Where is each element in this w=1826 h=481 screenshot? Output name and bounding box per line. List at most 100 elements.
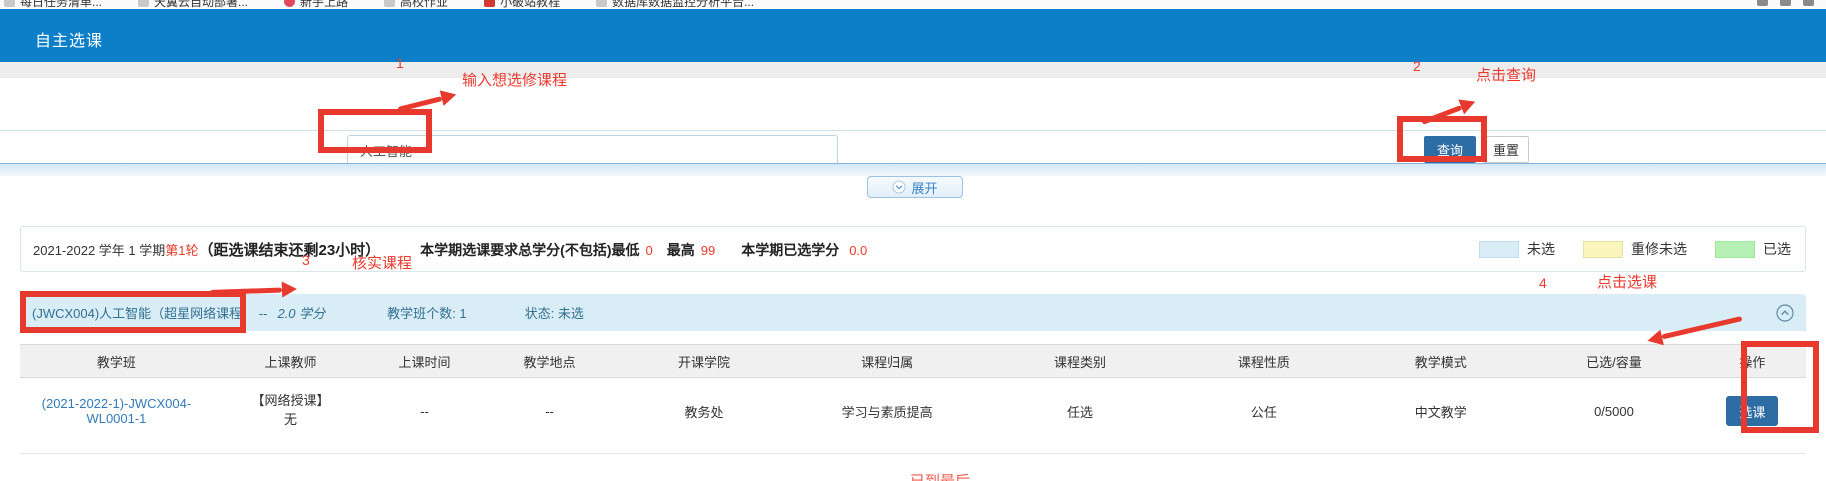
class-code-link[interactable]: (2021-2022-1)-JWCX004-WL0001-1	[42, 396, 192, 426]
bookmark-item[interactable]: 数据库数据监控分析平台...	[596, 0, 754, 9]
cell-teacher: 【网络授课】 无	[213, 378, 368, 445]
bookmark-icon	[284, 0, 295, 7]
bookmark-item[interactable]: 天翼云自动部署...	[138, 0, 248, 9]
column-header: 已选/容量	[1529, 345, 1699, 378]
selected-credits-value: 0.0	[849, 243, 867, 258]
annotation-step4-number: 4	[1539, 275, 1547, 291]
column-header: 课程性质	[1176, 345, 1353, 378]
column-header: 开课学院	[618, 345, 789, 378]
legend-label: 未选	[1527, 239, 1555, 259]
bookmark-label: 小破站教程	[500, 0, 560, 9]
annotation-arrow-1	[396, 87, 458, 117]
extension-icon[interactable]	[1780, 0, 1791, 6]
chevron-down-circle-icon	[892, 180, 906, 194]
select-course-button[interactable]: 选课	[1726, 396, 1778, 426]
app-header: 自主选课	[0, 9, 1826, 62]
legend-swatch-selected	[1715, 241, 1755, 258]
class-count-label: 教学班个数:	[387, 306, 459, 321]
search-panel: 查询 重置	[0, 130, 1826, 164]
expand-label: 展开	[911, 178, 937, 197]
legend-item-retake: 重修未选	[1583, 239, 1687, 259]
max-credits-label: 最高	[667, 240, 695, 260]
folder-icon	[596, 0, 607, 7]
status-legend: 未选 重修未选 已选	[1479, 239, 1791, 259]
round-text: 第1轮	[165, 240, 198, 259]
column-header: 上课时间	[368, 345, 481, 378]
cell-category: 任选	[984, 378, 1175, 445]
column-header: 课程归属	[790, 345, 985, 378]
cell-class-code: (2021-2022-1)-JWCX004-WL0001-1	[20, 378, 213, 445]
cell-nature: 公任	[1176, 378, 1353, 445]
column-header: 教学班	[20, 345, 213, 378]
cell-location: --	[481, 378, 619, 445]
folder-icon	[384, 0, 395, 7]
course-credits: 2.0 学分	[277, 303, 325, 322]
credit-requirement-text: 本学期选课要求总学分(不包括)最低	[420, 240, 639, 260]
legend-label: 已选	[1763, 239, 1791, 259]
annotation-arrow-2	[1419, 94, 1478, 129]
browser-bookmarks-bar: 每日任务清单... 天翼云自动部署... 新手上路 高校作业 小破站教程 数据库…	[0, 0, 1826, 9]
bookmark-label: 每日任务清单...	[20, 0, 102, 9]
column-header: 上课教师	[213, 345, 368, 378]
bookmark-item[interactable]: 新手上路	[284, 0, 348, 9]
bookmark-item[interactable]: 小破站教程	[484, 0, 560, 9]
collapse-toggle[interactable]	[1776, 304, 1794, 322]
term-info-panel: 2021-2022 学年 1 学期 第1轮 （距选课结束还剩23小时） 本学期选…	[20, 226, 1806, 272]
bookmark-icon	[484, 0, 495, 7]
course-selection-page: 每日任务清单... 天翼云自动部署... 新手上路 高校作业 小破站教程 数据库…	[0, 0, 1826, 481]
cell-belong: 学习与素质提高	[790, 378, 985, 445]
annotation-step4-label: 点击选课	[1597, 271, 1657, 292]
semester-text: 2021-2022 学年 1 学期	[33, 240, 165, 259]
column-header: 教学模式	[1352, 345, 1529, 378]
cell-college: 教务处	[618, 378, 789, 445]
course-search-input[interactable]	[347, 135, 838, 165]
bookmark-label: 新手上路	[300, 0, 348, 9]
cell-action: 选课	[1699, 378, 1806, 445]
expand-toggle[interactable]: 展开	[867, 176, 963, 198]
query-button[interactable]: 查询	[1424, 136, 1476, 163]
course-status-value: 未选	[558, 306, 584, 321]
page-title: 自主选课	[35, 27, 103, 51]
legend-item-selected: 已选	[1715, 239, 1791, 259]
bookmark-label: 数据库数据监控分析平台...	[612, 0, 754, 9]
table-row: (2021-2022-1)-JWCX004-WL0001-1 【网络授课】 无 …	[20, 378, 1806, 445]
min-credits-value: 0	[646, 243, 653, 258]
column-header: 操作	[1699, 345, 1806, 378]
legend-label: 重修未选	[1631, 239, 1687, 259]
printer-icon[interactable]	[1757, 0, 1768, 6]
table-bottom-divider	[20, 453, 1806, 454]
class-count: 教学班个数: 1	[387, 303, 466, 322]
course-header-band[interactable]: (JWCX004)人工智能（超星网络课程） -- 2.0 学分 教学班个数: 1…	[20, 294, 1806, 331]
folder-icon	[138, 0, 149, 7]
header-sub-strip	[0, 62, 1826, 78]
course-status-label: 状态:	[525, 306, 558, 321]
bookmark-label: 高校作业	[400, 0, 448, 9]
max-credits-value: 99	[701, 243, 715, 258]
bookmark-item[interactable]: 每日任务清单...	[4, 0, 102, 9]
legend-item-unselected: 未选	[1479, 239, 1555, 259]
menu-icon[interactable]	[1803, 0, 1814, 6]
annotation-footer-note: 已到最后	[910, 470, 970, 481]
bookmark-icon	[4, 0, 15, 7]
legend-swatch-unselected	[1479, 241, 1519, 258]
course-status: 状态: 未选	[525, 303, 584, 322]
class-count-value: 1	[459, 306, 466, 321]
legend-swatch-retake	[1583, 241, 1623, 258]
bookmark-item[interactable]: 高校作业	[384, 0, 448, 9]
panel-footer-band	[0, 163, 1826, 176]
selected-credits-label: 本学期已选学分	[741, 240, 839, 260]
column-header: 教学地点	[481, 345, 619, 378]
class-table: 教学班 上课教师 上课时间 教学地点 开课学院 课程归属 课程类别 课程性质 教…	[20, 344, 1806, 444]
term-info-text: 2021-2022 学年 1 学期 第1轮 （距选课结束还剩23小时） 本学期选…	[33, 239, 867, 260]
reset-button[interactable]: 重置	[1483, 136, 1529, 163]
course-title: (JWCX004)人工智能（超星网络课程） --	[32, 303, 267, 322]
table-header-row: 教学班 上课教师 上课时间 教学地点 开课学院 课程归属 课程类别 课程性质 教…	[20, 345, 1806, 378]
column-header: 课程类别	[984, 345, 1175, 378]
cell-capacity: 0/5000	[1529, 378, 1699, 445]
bookmark-label: 天翼云自动部署...	[154, 0, 248, 9]
cell-time: --	[368, 378, 481, 445]
cell-mode: 中文教学	[1352, 378, 1529, 445]
teacher-tag: 【网络授课】	[214, 392, 367, 411]
teacher-name: 无	[214, 411, 367, 430]
countdown-text: （距选课结束还剩23小时）	[198, 239, 380, 260]
